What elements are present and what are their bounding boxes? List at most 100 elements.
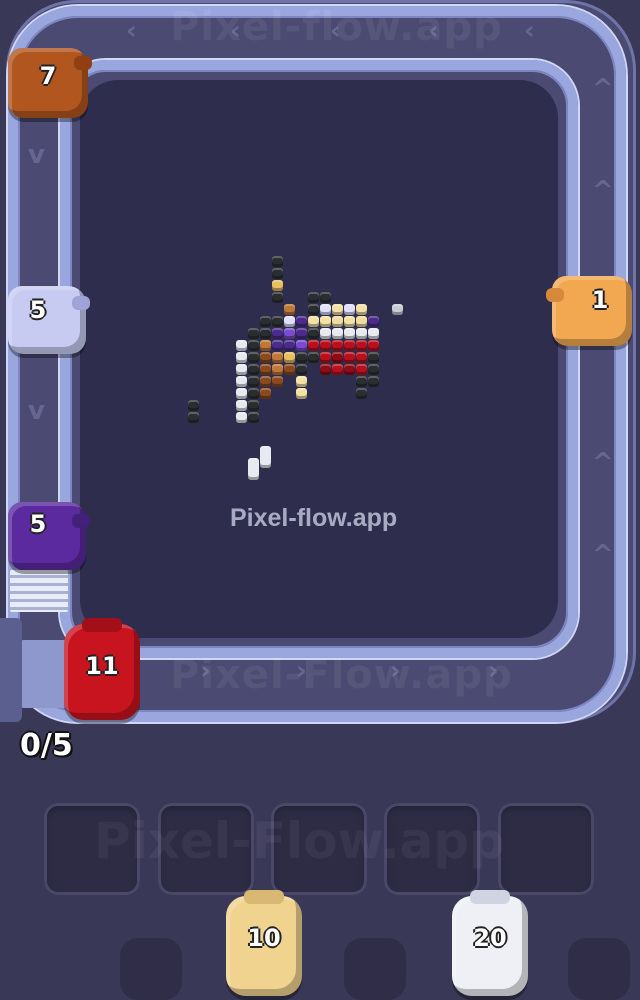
shooter-purple[interactable]: 5 [8, 502, 90, 570]
pixel-block [356, 316, 367, 327]
pixel-block [236, 364, 247, 375]
shooter-fist [546, 288, 564, 302]
conveyor-arrow-icon: ‹ [126, 16, 137, 46]
pixel-block [296, 388, 307, 399]
pixel-block [332, 328, 343, 339]
conveyor-arrow-icon: ^ [592, 74, 614, 104]
pixel-block [296, 316, 307, 327]
pixel-block [320, 340, 331, 351]
pixel-block [344, 316, 355, 327]
shooter-red[interactable]: 11 [64, 618, 140, 720]
slots-watermark: Pixel-Flow.app [94, 812, 505, 870]
pixel-block [308, 304, 319, 315]
pixel-block [344, 352, 355, 363]
game-screen: Pixel-flow.app Pixel-Flow.app ‹ ‹ ‹ ‹ ‹ … [0, 0, 640, 1000]
pixel-block [272, 364, 283, 375]
pixel-block [248, 352, 259, 363]
pixel-block [344, 328, 355, 339]
track-watermark-bottom: Pixel-Flow.app [170, 652, 513, 698]
pixel-block [188, 412, 199, 423]
pixel-block [248, 328, 259, 339]
conveyor-arrow-icon: ‹ [428, 16, 439, 46]
pixel-block [344, 364, 355, 375]
pixel-block [368, 328, 379, 339]
pixel-block [272, 376, 283, 387]
pixel-block [296, 352, 307, 363]
pixel-block [332, 316, 343, 327]
pixel-block [272, 268, 283, 279]
pixel-block [248, 412, 259, 423]
pixel-block [332, 364, 343, 375]
conveyor-arrow-icon: ‹ [330, 16, 341, 46]
queue-cream[interactable]: 10 [226, 890, 302, 996]
pixel-block [332, 352, 343, 363]
pixel-block [308, 292, 319, 303]
pixel-block [356, 340, 367, 351]
pixel-block [344, 304, 355, 315]
pixel-block [296, 340, 307, 351]
conveyor-arrow-icon: ‹ [524, 16, 535, 46]
shooter-ammo: 7 [39, 62, 57, 90]
pixel-block [260, 446, 271, 468]
pixel-block [308, 340, 319, 351]
board-watermark: Pixel-flow.app [230, 504, 398, 532]
conveyor-arrow-icon: ‹ [230, 16, 241, 46]
pixel-block [320, 316, 331, 327]
pixel-block [296, 364, 307, 375]
conveyor-arrow-icon: › [390, 656, 401, 686]
pixel-block [368, 376, 379, 387]
holding-slot[interactable] [498, 803, 594, 895]
pixel-block [332, 340, 343, 351]
pixel-block [236, 352, 247, 363]
shooter-ammo: 1 [591, 286, 609, 314]
pixel-block [272, 352, 283, 363]
queue-white[interactable]: 20 [452, 890, 528, 996]
shooter-orange[interactable]: 7 [8, 48, 92, 118]
pixel-block [368, 316, 379, 327]
pixel-block [356, 352, 367, 363]
pixel-block [284, 304, 295, 315]
conveyor-arrow-icon: v [28, 140, 45, 170]
shooter-ammo: 5 [29, 296, 47, 324]
pixel-block [236, 376, 247, 387]
pixel-block [260, 388, 271, 399]
conveyor-arrow-icon: v [28, 396, 45, 426]
shooter-ears [244, 890, 284, 904]
pixel-block [272, 292, 283, 303]
pixel-block [272, 256, 283, 267]
pixel-block [320, 304, 331, 315]
shooter-ammo: 11 [85, 652, 119, 680]
pixel-block [248, 340, 259, 351]
shooter-ammo: 20 [473, 924, 507, 952]
conveyor-arrow-icon: ^ [592, 448, 614, 478]
pixel-block [260, 340, 271, 351]
pixel-board [80, 80, 558, 638]
queue-placeholder [120, 938, 182, 1000]
pixel-block [188, 400, 199, 411]
pixel-block [260, 364, 271, 375]
pixel-block [320, 328, 331, 339]
pixel-block [248, 364, 259, 375]
conveyor-arrow-icon: › [200, 656, 211, 686]
pixel-block [392, 304, 403, 315]
queue-placeholder [344, 938, 406, 1000]
pixel-block [236, 340, 247, 351]
pixel-block [272, 280, 283, 291]
pixel-block [248, 458, 259, 480]
queue-placeholder [568, 938, 630, 1000]
shooter-ears [82, 618, 122, 632]
conveyor-arrow-icon: ^ [592, 540, 614, 570]
pixel-block [332, 304, 343, 315]
launch-gate [0, 618, 22, 722]
pixel-block [260, 316, 271, 327]
pixel-block [284, 352, 295, 363]
shooter-lavender[interactable]: 5 [8, 286, 90, 354]
pixel-block [260, 352, 271, 363]
pixel-block [236, 400, 247, 411]
pixel-block [320, 364, 331, 375]
pixel-block [356, 304, 367, 315]
shooter-peach[interactable]: 1 [546, 276, 632, 346]
pixel-block [260, 376, 271, 387]
pixel-block [344, 340, 355, 351]
pixel-block [308, 352, 319, 363]
